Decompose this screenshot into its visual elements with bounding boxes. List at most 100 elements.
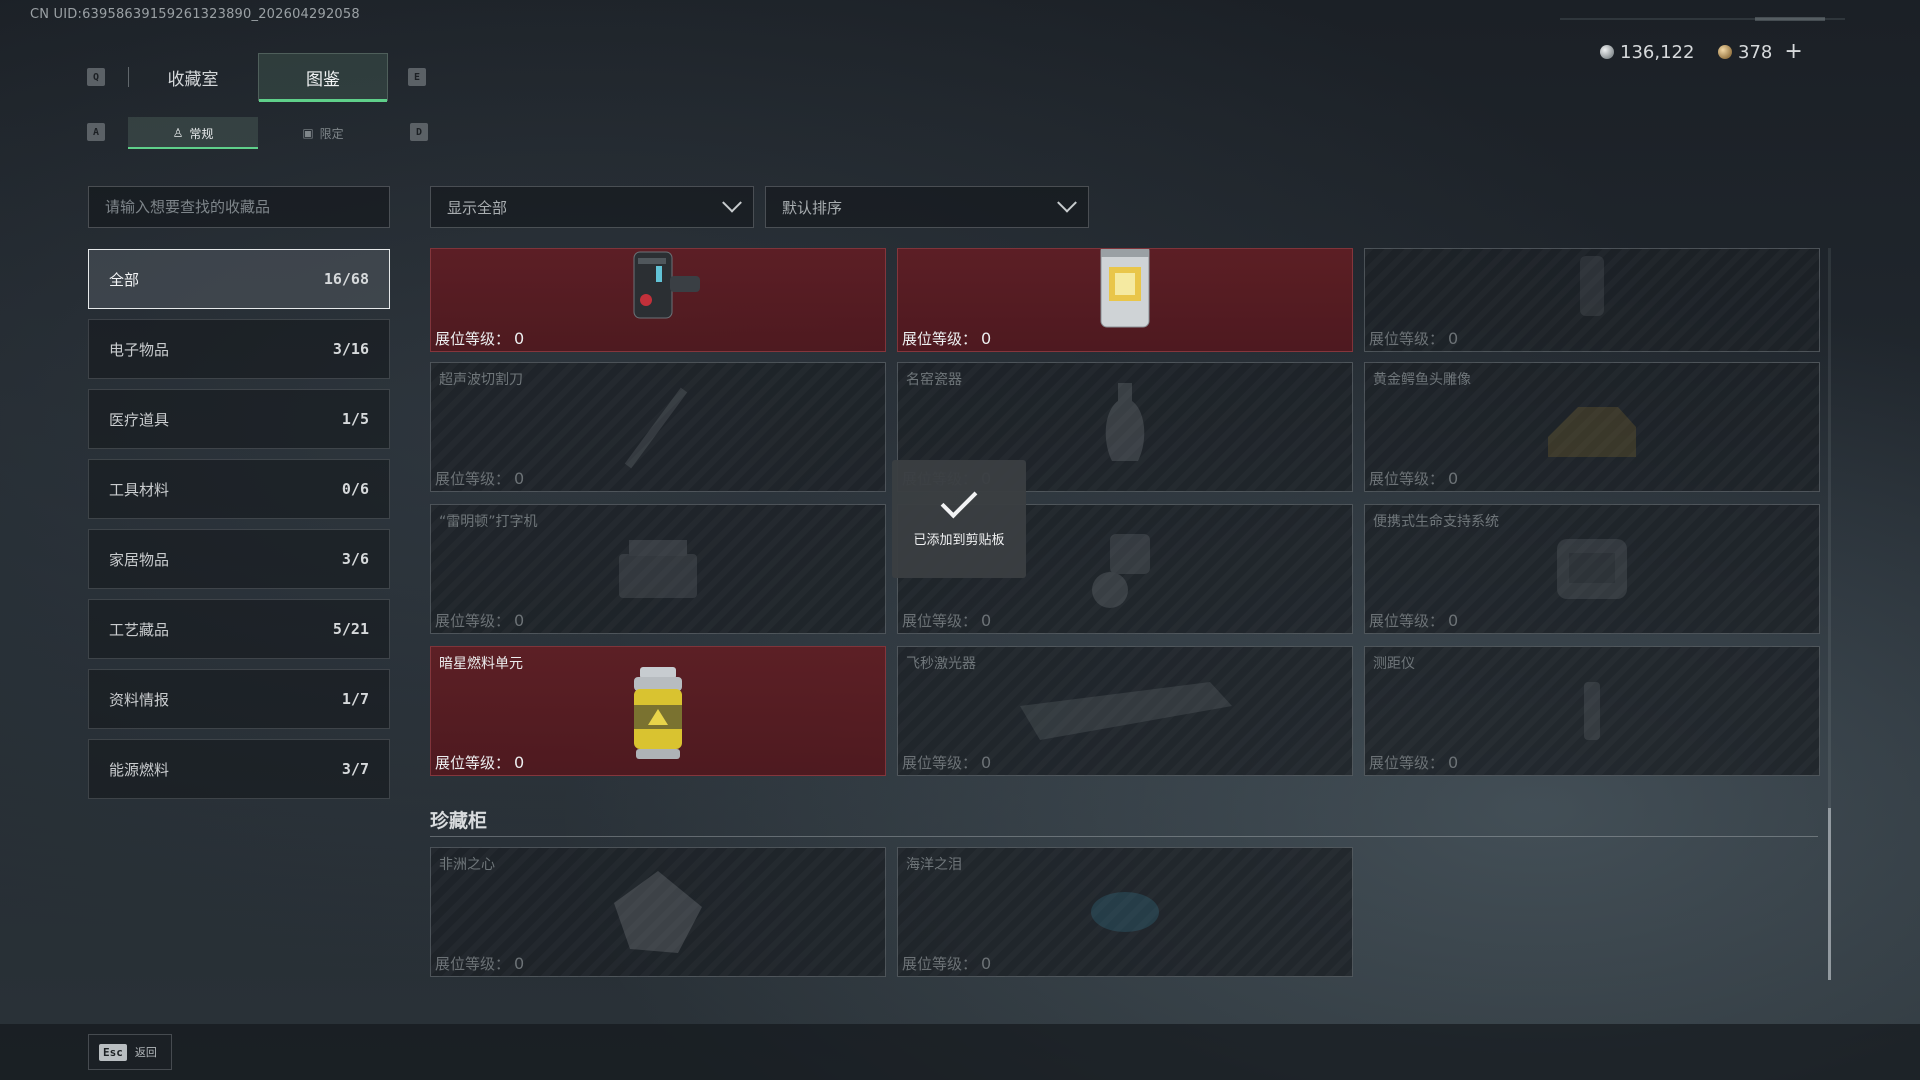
key-hint-d: D bbox=[410, 123, 428, 141]
booth-level: 展位等级：0 bbox=[1369, 329, 1459, 348]
collection-item-card[interactable]: 展位等级： 0 bbox=[430, 248, 886, 352]
add-currency-button[interactable]: + bbox=[1784, 41, 1802, 63]
category-label: 电子物品 bbox=[109, 340, 170, 359]
tab-label: 图鉴 bbox=[306, 69, 340, 90]
booth-level: 展位等级：0 bbox=[435, 954, 525, 973]
subtab-regular[interactable]: ♙ 常规 bbox=[128, 117, 258, 149]
category-label: 工具材料 bbox=[109, 480, 170, 499]
item-name: 非洲之心 bbox=[439, 857, 495, 873]
back-label: 返回 bbox=[134, 1046, 157, 1059]
booth-level: 展位等级：0 bbox=[1369, 753, 1459, 772]
projector-icon bbox=[1092, 534, 1150, 608]
item-name: 超声波切割刀 bbox=[439, 372, 523, 388]
filter-dropdown[interactable]: 显示全部 bbox=[430, 186, 754, 228]
category-household[interactable]: 家居物品 3/6 bbox=[88, 529, 390, 589]
statue-icon bbox=[1548, 407, 1636, 457]
collection-item-card[interactable]: 展位等级： 0 bbox=[897, 248, 1353, 352]
subtab-label: 常规 bbox=[189, 126, 214, 141]
category-all[interactable]: 全部 16/68 bbox=[88, 249, 390, 309]
category-count: 3/7 bbox=[341, 760, 369, 778]
chevron-down-icon bbox=[1057, 192, 1077, 213]
category-label: 能源燃料 bbox=[109, 760, 170, 779]
category-electronics[interactable]: 电子物品 3/16 bbox=[88, 319, 390, 379]
booth-level: 展位等级：0 bbox=[902, 753, 992, 772]
category-count: 0/6 bbox=[341, 480, 369, 498]
sort-dropdown[interactable]: 默认排序 bbox=[765, 186, 1089, 228]
category-count: 3/16 bbox=[332, 340, 369, 358]
category-label: 资料情报 bbox=[109, 690, 170, 709]
silver-amount: 136,122 bbox=[1620, 41, 1695, 63]
key-hint-a: A bbox=[87, 123, 105, 141]
category-label: 工艺藏品 bbox=[109, 620, 170, 639]
chevron-down-icon bbox=[722, 192, 742, 213]
category-fuel[interactable]: 能源燃料 3/7 bbox=[88, 739, 390, 799]
person-icon: ♙ bbox=[172, 126, 184, 140]
subtab-label: 限定 bbox=[319, 126, 344, 141]
booth-level: 展位等级：0 bbox=[435, 753, 525, 772]
collection-item-card[interactable]: “雷明顿”打字机 展位等级： 0 bbox=[430, 504, 886, 634]
top-decor-line bbox=[1560, 17, 1845, 21]
category-crafts[interactable]: 工艺藏品 5/21 bbox=[88, 599, 390, 659]
esc-key-icon: Esc bbox=[99, 1043, 127, 1061]
category-count: 1/7 bbox=[341, 690, 369, 708]
item-name: 飞秒激光器 bbox=[906, 656, 976, 672]
pendant-icon bbox=[1091, 892, 1159, 932]
collection-item-card[interactable]: 超声波切割刀 展位等级： 0 bbox=[430, 362, 886, 492]
typewriter-icon bbox=[619, 540, 697, 598]
reactor-icon bbox=[1100, 249, 1150, 328]
collection-item-card[interactable]: 便携式生命支持系统 展位等级： 0 bbox=[1364, 504, 1820, 634]
category-label: 医疗道具 bbox=[109, 410, 170, 429]
subtab-limited[interactable]: ▣ 限定 bbox=[258, 117, 388, 149]
grid-scrollbar[interactable] bbox=[1828, 248, 1831, 980]
booth-level: 展位等级：0 bbox=[902, 954, 992, 973]
rangefinder-icon bbox=[1584, 682, 1600, 740]
back-button[interactable]: Esc 返回 bbox=[88, 1034, 172, 1070]
category-medical[interactable]: 医疗道具 1/5 bbox=[88, 389, 390, 449]
gem-icon bbox=[614, 871, 702, 953]
collection-item-card[interactable]: 黄金鳄鱼头雕像 展位等级： 0 bbox=[1364, 362, 1820, 492]
item-name: 暗星燃料单元 bbox=[439, 656, 523, 672]
tab-label: 收藏室 bbox=[167, 69, 219, 90]
laser-icon bbox=[1020, 682, 1232, 740]
device-icon bbox=[633, 251, 700, 319]
booth-level: 展位等级：0 bbox=[902, 329, 992, 348]
sort-value: 默认排序 bbox=[782, 198, 843, 217]
category-count: 5/21 bbox=[332, 620, 369, 638]
collection-item-card[interactable]: 暗星燃料单元 展位等级： 0 bbox=[430, 646, 886, 776]
collection-item-card[interactable]: 展位等级： 0 bbox=[1364, 248, 1820, 352]
category-count: 16/68 bbox=[323, 270, 369, 288]
category-intel[interactable]: 资料情报 1/7 bbox=[88, 669, 390, 729]
showcase-title: 珍藏柜 bbox=[430, 810, 488, 832]
fuel-canister-icon bbox=[634, 666, 682, 759]
tab-codex[interactable]: 图鉴 bbox=[258, 53, 388, 102]
item-name: 测距仪 bbox=[1373, 656, 1415, 672]
collection-item-card[interactable]: 测距仪 展位等级： 0 bbox=[1364, 646, 1820, 776]
category-tools[interactable]: 工具材料 0/6 bbox=[88, 459, 390, 519]
section-divider bbox=[430, 836, 1818, 837]
toast-message: 已添加到剪贴板 bbox=[913, 532, 1005, 548]
item-name: 便携式生命支持系统 bbox=[1373, 514, 1499, 530]
silver-currency: 136,122 bbox=[1600, 40, 1694, 64]
key-hint-e: E bbox=[408, 68, 426, 86]
vase-icon bbox=[1105, 383, 1145, 461]
category-label: 家居物品 bbox=[109, 550, 170, 569]
search-input[interactable] bbox=[88, 186, 390, 228]
gold-currency: 378 + bbox=[1718, 40, 1803, 64]
item-name: 名窑瓷器 bbox=[906, 372, 962, 388]
lamp-icon bbox=[1580, 255, 1604, 316]
showcase-item-card[interactable]: 海洋之泪 展位等级： 0 bbox=[897, 847, 1353, 977]
tab-collection-room[interactable]: 收藏室 bbox=[128, 53, 258, 101]
booth-level: 展位等级：0 bbox=[1369, 611, 1459, 630]
bottom-bar bbox=[0, 1024, 1920, 1080]
collection-item-card[interactable]: 飞秒激光器 展位等级： 0 bbox=[897, 646, 1353, 776]
silver-coin-icon bbox=[1600, 45, 1614, 59]
category-count: 1/5 bbox=[341, 410, 369, 428]
scrollbar-thumb[interactable] bbox=[1828, 808, 1831, 980]
item-name: 海洋之泪 bbox=[906, 857, 962, 873]
item-name: “雷明顿”打字机 bbox=[439, 514, 538, 530]
knife-icon bbox=[624, 387, 688, 469]
gold-amount: 378 bbox=[1738, 41, 1773, 63]
booth-level: 展位等级：0 bbox=[902, 611, 992, 630]
showcase-item-card[interactable]: 非洲之心 展位等级： 0 bbox=[430, 847, 886, 977]
booth-level: 展位等级：0 bbox=[1369, 469, 1459, 488]
